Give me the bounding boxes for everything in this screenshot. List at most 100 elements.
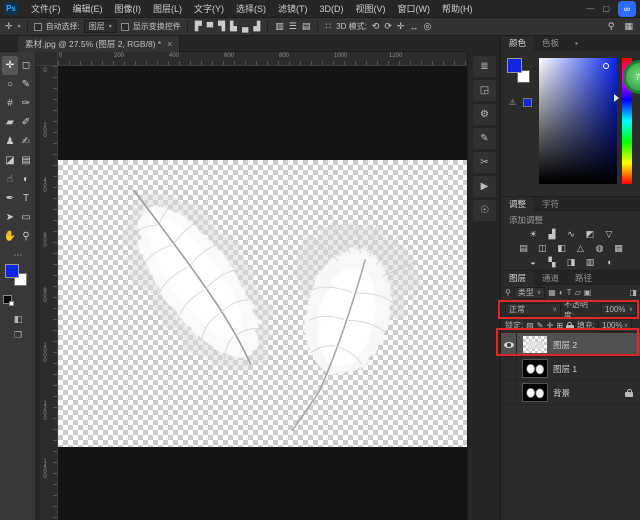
show-transform-checkbox[interactable] xyxy=(121,23,129,31)
layer-row-layer2[interactable]: 图层 2 xyxy=(501,333,640,357)
properties-panel-icon[interactable]: ⚙ xyxy=(473,104,496,125)
3d-slide-icon[interactable]: ↔ xyxy=(408,22,419,32)
tab-paths[interactable]: 路径 xyxy=(567,271,600,285)
color-field-marker[interactable] xyxy=(603,63,609,69)
close-icon[interactable]: × xyxy=(167,39,172,49)
3d-roll-icon[interactable]: ⟳ xyxy=(383,21,393,32)
history-brush-tool[interactable]: ✍ xyxy=(18,132,34,151)
layer-thumbnail[interactable] xyxy=(522,359,548,378)
menu-file[interactable]: 文件(F) xyxy=(26,0,66,17)
panel-foreground-chip[interactable] xyxy=(507,58,522,73)
filter-toggle-icon[interactable]: ◨ xyxy=(629,288,637,297)
adjustment-curves-icon[interactable]: ∿ xyxy=(565,229,578,240)
shape-tool[interactable]: ▭ xyxy=(18,208,34,227)
layer-row-background[interactable]: 背景 xyxy=(501,381,640,405)
tab-swatches[interactable]: 色板 xyxy=(534,36,567,50)
menu-image[interactable]: 图像(I) xyxy=(110,0,147,17)
eraser-tool[interactable]: ◪ xyxy=(2,151,18,170)
adjustment-gradient-map-icon[interactable]: ▥ xyxy=(584,257,597,268)
layer-name[interactable]: 背景 xyxy=(553,387,570,399)
menu-window[interactable]: 窗口(W) xyxy=(393,0,436,17)
filter-adjustment-layers-icon[interactable]: ◐ xyxy=(559,288,564,297)
tab-color[interactable]: 颜色 xyxy=(501,36,534,50)
menu-3d[interactable]: 3D(D) xyxy=(315,2,349,16)
quick-select-tool[interactable]: ✎ xyxy=(18,75,34,94)
adjustment-exposure-icon[interactable]: ◩ xyxy=(584,229,597,240)
tab-channels[interactable]: 通道 xyxy=(534,271,567,285)
healing-brush-tool[interactable]: ▰ xyxy=(2,113,18,132)
adjustment-levels-icon[interactable]: ▟ xyxy=(546,229,559,240)
lock-pixels-icon[interactable]: ✎ xyxy=(537,321,544,330)
clone-stamp-tool[interactable]: ♟ xyxy=(2,132,18,151)
fill-dropdown[interactable]: 100% ∨ xyxy=(598,319,632,332)
brush-settings-panel-icon[interactable]: ≣ xyxy=(473,56,496,77)
hand-tool[interactable]: ✋ xyxy=(2,227,18,246)
adjustment-invert-icon[interactable]: ◒ xyxy=(527,257,540,268)
tab-adjustments[interactable]: 调整 xyxy=(501,197,534,211)
adjustment-posterize-icon[interactable]: ▚ xyxy=(546,257,559,268)
tool-preset-caret-icon[interactable]: ▾ xyxy=(18,23,21,30)
eyedropper-tool[interactable]: ✑ xyxy=(18,94,34,113)
filter-shape-layers-icon[interactable]: ▱ xyxy=(575,288,581,297)
adjustment-channel-mixer-icon[interactable]: ◍ xyxy=(593,243,606,254)
auto-select-checkbox[interactable] xyxy=(34,23,42,31)
lock-all-icon[interactable] xyxy=(566,322,574,330)
align-bottom-icon[interactable]: ▟ xyxy=(252,21,261,32)
tab-layers[interactable]: 图层 xyxy=(501,271,534,285)
gradient-tool[interactable]: ▤ xyxy=(18,151,34,170)
type-tool[interactable]: T xyxy=(18,189,34,208)
menu-layer[interactable]: 图层(L) xyxy=(148,0,187,17)
move-tool[interactable]: ✛ xyxy=(2,56,18,75)
adjustment-color-balance-icon[interactable]: ◫ xyxy=(536,243,549,254)
adjustment-hue-saturation-icon[interactable]: ▤ xyxy=(517,243,530,254)
align-top-icon[interactable]: ▙ xyxy=(229,21,238,32)
horizontal-ruler[interactable]: 0 200 400 600 800 1000 1200 xyxy=(58,52,467,66)
screen-mode-icon[interactable]: ❒ xyxy=(0,330,36,341)
adjustment-color-lookup-icon[interactable]: ▦ xyxy=(612,243,625,254)
adjustment-threshold-icon[interactable]: ◨ xyxy=(565,257,578,268)
layer-row-layer1[interactable]: 图层 1 xyxy=(501,357,640,381)
panel-color-chips[interactable] xyxy=(507,58,533,84)
menu-edit[interactable]: 编辑(E) xyxy=(68,0,108,17)
transparent-layer-region[interactable] xyxy=(58,160,467,447)
tab-character[interactable]: 字符 xyxy=(534,197,567,211)
visibility-toggle[interactable] xyxy=(501,381,517,405)
clone-source-panel-icon[interactable]: ◲ xyxy=(473,80,496,101)
minimize-button[interactable]: — xyxy=(586,4,594,13)
distribute-even-icon[interactable]: ▤ xyxy=(301,21,312,32)
tools-extra-panel-icon[interactable]: ✂ xyxy=(473,152,496,173)
gamut-warning-icon[interactable]: ⚠ xyxy=(509,98,516,107)
adjustment-photo-filter-icon[interactable]: △ xyxy=(574,243,587,254)
workspace-switcher-icon[interactable]: ▦ xyxy=(623,21,634,32)
lock-artboard-icon[interactable]: ⊞ xyxy=(556,321,563,330)
smudge-tool[interactable]: ☝ xyxy=(2,170,18,189)
ruler-corner[interactable] xyxy=(36,52,58,66)
hue-slider-marker[interactable] xyxy=(614,94,619,102)
marquee-tool[interactable]: ◻ xyxy=(18,56,34,75)
align-h-center-icon[interactable]: ▀ xyxy=(206,22,214,32)
lasso-tool[interactable]: ○ xyxy=(2,75,18,94)
blend-mode-dropdown[interactable]: 正常 ∨ xyxy=(505,303,561,316)
visibility-toggle[interactable] xyxy=(501,357,517,381)
quick-mask-icon[interactable]: ◧ xyxy=(0,314,36,325)
3d-pan-icon[interactable]: ✛ xyxy=(396,21,406,32)
adjustment-brightness-contrast-icon[interactable]: ☀ xyxy=(527,229,540,240)
3d-orbit-icon[interactable]: ⟲ xyxy=(371,21,381,32)
menu-type[interactable]: 文字(Y) xyxy=(189,0,229,17)
maximize-button[interactable]: ▢ xyxy=(602,4,610,13)
dodge-tool[interactable]: ◐ xyxy=(18,170,34,189)
3d-scale-icon[interactable]: ◎ xyxy=(422,21,432,32)
saturation-brightness-field[interactable] xyxy=(539,58,617,184)
adjustment-selective-color-icon[interactable]: ◖ xyxy=(603,257,616,268)
menu-help[interactable]: 帮助(H) xyxy=(437,0,478,17)
edit-toolbar-icon[interactable]: ⋯ xyxy=(0,250,36,261)
learn-panel-icon[interactable]: ☉ xyxy=(473,200,496,221)
adjustment-vibrance-icon[interactable]: ▽ xyxy=(603,229,616,240)
align-v-center-icon[interactable]: ▄ xyxy=(241,22,249,32)
web-color-chip[interactable] xyxy=(523,98,532,107)
brush-tool[interactable]: ✐ xyxy=(18,113,34,132)
align-distribute-grid-icon[interactable]: ∷ xyxy=(324,21,332,32)
filter-pixel-layers-icon[interactable]: ▦ xyxy=(548,288,556,297)
distribute-h-icon[interactable]: ☰ xyxy=(288,21,298,32)
auto-select-dropdown[interactable]: 图层 ▾ xyxy=(84,20,117,33)
